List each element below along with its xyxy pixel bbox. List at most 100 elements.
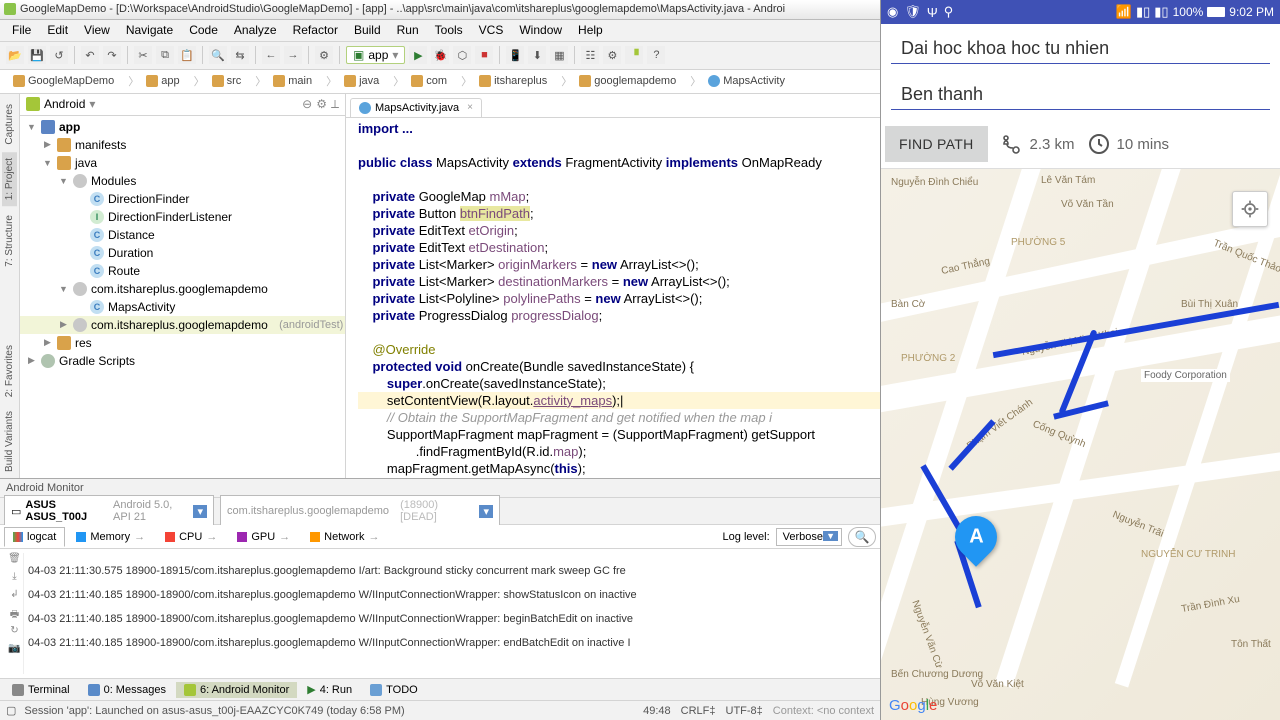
menu-run[interactable]: Run: [389, 21, 427, 39]
status-encoding[interactable]: UTF-8‡: [726, 705, 763, 717]
tab-structure[interactable]: 7: Structure: [2, 209, 17, 273]
menu-edit[interactable]: Edit: [39, 21, 76, 39]
undo-icon[interactable]: ↶: [81, 46, 99, 64]
tree-node-pkg2[interactable]: ▶com.itshareplus.googlemapdemo (androidT…: [20, 316, 345, 334]
marker-a[interactable]: A: [955, 516, 997, 570]
menu-code[interactable]: Code: [181, 21, 226, 39]
replace-icon[interactable]: ⇆: [231, 46, 249, 64]
print-icon[interactable]: 🖶: [8, 607, 22, 621]
status-line-ending[interactable]: CRLF‡: [681, 705, 716, 717]
tree-node-manifests[interactable]: ▶manifests: [20, 136, 345, 154]
forward-icon[interactable]: →: [284, 46, 302, 64]
editor-tab[interactable]: MapsActivity.java ×: [350, 98, 482, 117]
crumb-src[interactable]: src: [187, 70, 249, 92]
tree-node-dur[interactable]: CDuration: [20, 244, 345, 262]
tab-messages[interactable]: 0: Messages: [80, 682, 174, 698]
tab-memory[interactable]: Memory→: [67, 527, 154, 547]
tree-node-route[interactable]: CRoute: [20, 262, 345, 280]
open-icon[interactable]: 📂: [6, 46, 24, 64]
tab-monitor[interactable]: 6: Android Monitor: [176, 682, 297, 698]
tree-node-pkg1[interactable]: ▼com.itshareplus.googlemapdemo: [20, 280, 345, 298]
tree-node-app[interactable]: ▼app: [20, 118, 345, 136]
structure-icon[interactable]: ☷: [581, 46, 599, 64]
map-view[interactable]: Nguyễn Đình Chiểu Lê Văn Tám Võ Văn Tần …: [881, 169, 1280, 720]
tree-node-df[interactable]: CDirectionFinder: [20, 190, 345, 208]
crumb-isp[interactable]: itshareplus: [454, 70, 554, 92]
tree-node-java[interactable]: ▼java: [20, 154, 345, 172]
crumb-pkg[interactable]: googlemapdemo: [554, 70, 683, 92]
run-icon[interactable]: ▶: [409, 46, 427, 64]
menu-analyze[interactable]: Analyze: [226, 21, 285, 39]
tab-gpu[interactable]: GPU→: [228, 527, 299, 547]
tree-node-gradle[interactable]: ▶Gradle Scripts: [20, 352, 345, 370]
sdk-icon[interactable]: ⬇: [528, 46, 546, 64]
find-icon[interactable]: 🔍: [209, 46, 227, 64]
status-context[interactable]: Context: <no context: [773, 705, 874, 717]
copy-icon[interactable]: ⧉: [156, 46, 174, 64]
tree-node-res[interactable]: ▶res: [20, 334, 345, 352]
crumb-main[interactable]: main: [248, 70, 319, 92]
my-location-button[interactable]: [1232, 191, 1268, 227]
avd-icon[interactable]: 📱: [506, 46, 524, 64]
help-icon[interactable]: ?: [647, 46, 665, 64]
status-window-icon[interactable]: ▢: [6, 704, 16, 717]
process-selector[interactable]: com.itshareplus.googlemapdemo (18900) [D…: [220, 495, 500, 527]
make-icon[interactable]: ⚙: [315, 46, 333, 64]
crumb-class[interactable]: MapsActivity: [683, 70, 792, 92]
clear-icon[interactable]: 🗑: [8, 553, 22, 567]
crumb-java[interactable]: java: [319, 70, 386, 92]
attach-icon[interactable]: ⬡: [453, 46, 471, 64]
android-icon[interactable]: ▝: [625, 46, 643, 64]
tab-todo[interactable]: TODO: [362, 682, 426, 698]
destination-input[interactable]: Ben thanh: [891, 74, 1270, 110]
tab-captures[interactable]: Captures: [2, 98, 17, 151]
menu-tools[interactable]: Tools: [427, 21, 471, 39]
collapse-icon[interactable]: ⊖: [302, 97, 312, 111]
menu-window[interactable]: Window: [511, 21, 570, 39]
menu-file[interactable]: File: [4, 21, 39, 39]
paste-icon[interactable]: 📋: [178, 46, 196, 64]
tree-node-dist[interactable]: CDistance: [20, 226, 345, 244]
sync-icon[interactable]: ↺: [50, 46, 68, 64]
tab-project[interactable]: 1: Project: [2, 152, 17, 206]
menu-navigate[interactable]: Navigate: [118, 21, 181, 39]
crumb-app[interactable]: app: [121, 70, 186, 92]
code-editor[interactable]: import ... public class MapsActivity ext…: [346, 118, 880, 478]
run-config-selector[interactable]: ▣ app ▾: [346, 46, 405, 64]
menu-refactor[interactable]: Refactor: [285, 21, 346, 39]
tab-build-variants[interactable]: Build Variants: [2, 405, 17, 478]
tab-cpu[interactable]: CPU→: [156, 527, 226, 547]
back-icon[interactable]: ←: [262, 46, 280, 64]
crumb-root[interactable]: GoogleMapDemo: [6, 72, 121, 90]
tab-network[interactable]: Network→: [301, 527, 388, 547]
gear-icon[interactable]: ⚙: [316, 97, 327, 111]
log-search[interactable]: 🔍: [848, 527, 876, 547]
origin-input[interactable]: Dai hoc khoa hoc tu nhien: [891, 28, 1270, 64]
settings-icon[interactable]: ⚙: [603, 46, 621, 64]
tree-node-modules[interactable]: ▼Modules: [20, 172, 345, 190]
hide-icon[interactable]: ⟂: [331, 97, 339, 112]
tab-terminal[interactable]: Terminal: [4, 682, 78, 698]
menu-view[interactable]: View: [76, 21, 118, 39]
restart-icon[interactable]: ↻: [8, 625, 22, 639]
debug-icon[interactable]: 🐞: [431, 46, 449, 64]
save-icon[interactable]: 💾: [28, 46, 46, 64]
log-level-selector[interactable]: Verbose: [776, 528, 842, 546]
cut-icon[interactable]: ✂: [134, 46, 152, 64]
scroll-icon[interactable]: ⤓: [8, 571, 22, 585]
log-output[interactable]: 04-03 21:11:30.575 18900-18915/com.itsha…: [28, 553, 874, 674]
camera-icon[interactable]: 📷: [8, 643, 22, 657]
tab-favorites[interactable]: 2: Favorites: [2, 339, 17, 403]
ddms-icon[interactable]: ▦: [550, 46, 568, 64]
tree-node-maps[interactable]: CMapsActivity: [20, 298, 345, 316]
menu-vcs[interactable]: VCS: [471, 21, 512, 39]
crumb-com[interactable]: com: [386, 70, 454, 92]
find-path-button[interactable]: FIND PATH: [885, 126, 988, 162]
project-view-selector[interactable]: Android ▾ ⊖ ⚙ ⟂: [20, 94, 345, 116]
close-icon[interactable]: ×: [467, 102, 473, 113]
redo-icon[interactable]: ↷: [103, 46, 121, 64]
wrap-icon[interactable]: ↲: [8, 589, 22, 603]
menu-build[interactable]: Build: [346, 21, 389, 39]
device-selector[interactable]: ▭ ASUS ASUS_T00J Android 5.0, API 21 ▾: [4, 495, 214, 527]
stop-icon[interactable]: ■: [475, 46, 493, 64]
